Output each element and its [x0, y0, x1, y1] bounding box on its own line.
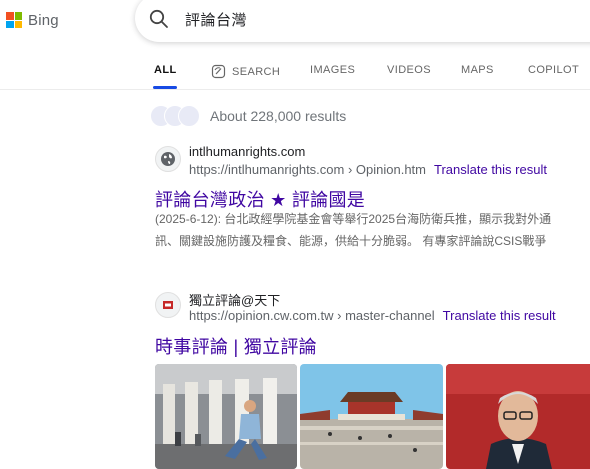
result-image-palace[interactable]	[300, 364, 443, 469]
tab-search[interactable]: SEARCH	[211, 64, 280, 79]
translate-link[interactable]: Translate this result	[434, 162, 547, 177]
search-tabs: ALL SEARCH IMAGES VIDEOS MAPS COPILOT	[0, 0, 590, 90]
result-snippet: 訊、關鍵設施防護及糧食、能源，供給十分脆弱。 有專家評論說CSIS戰爭	[155, 234, 547, 248]
translate-link[interactable]: Translate this result	[443, 308, 556, 323]
result-title[interactable]: 時事評論 | 獨立評論	[155, 333, 317, 359]
tab-copilot[interactable]: COPILOT	[528, 64, 579, 76]
loading-bubble	[178, 105, 200, 127]
result-url[interactable]: https://intlhumanrights.com › Opinion.ht…	[189, 162, 426, 177]
result-url[interactable]: https://opinion.cw.com.tw › master-chann…	[189, 308, 435, 323]
tab-maps[interactable]: MAPS	[461, 64, 494, 76]
cw-favicon-icon[interactable]	[155, 292, 181, 318]
result-site-name: 獨立評論@天下	[189, 293, 281, 308]
result-image-columns[interactable]	[155, 364, 297, 469]
tab-all[interactable]: ALL	[154, 64, 177, 76]
result-image-portrait[interactable]	[446, 364, 590, 469]
tab-images[interactable]: IMAGES	[310, 64, 355, 76]
globe-icon[interactable]	[155, 146, 181, 172]
result-url-row: https://intlhumanrights.com › Opinion.ht…	[189, 162, 547, 177]
copilot-search-icon	[211, 64, 226, 79]
result-site-name: intlhumanrights.com	[189, 144, 306, 159]
result-snippet: (2025-6-12): 台北政經學院基金會等舉行2025台海防衛兵推，顯示我對…	[155, 212, 552, 226]
result-url-row: https://opinion.cw.com.tw › master-chann…	[189, 308, 556, 323]
active-tab-indicator	[153, 86, 177, 89]
tab-videos[interactable]: VIDEOS	[387, 64, 431, 76]
tab-search-label: SEARCH	[232, 65, 281, 78]
results-count-row: About 228,000 results	[150, 105, 346, 127]
results-count: About 228,000 results	[210, 108, 347, 124]
